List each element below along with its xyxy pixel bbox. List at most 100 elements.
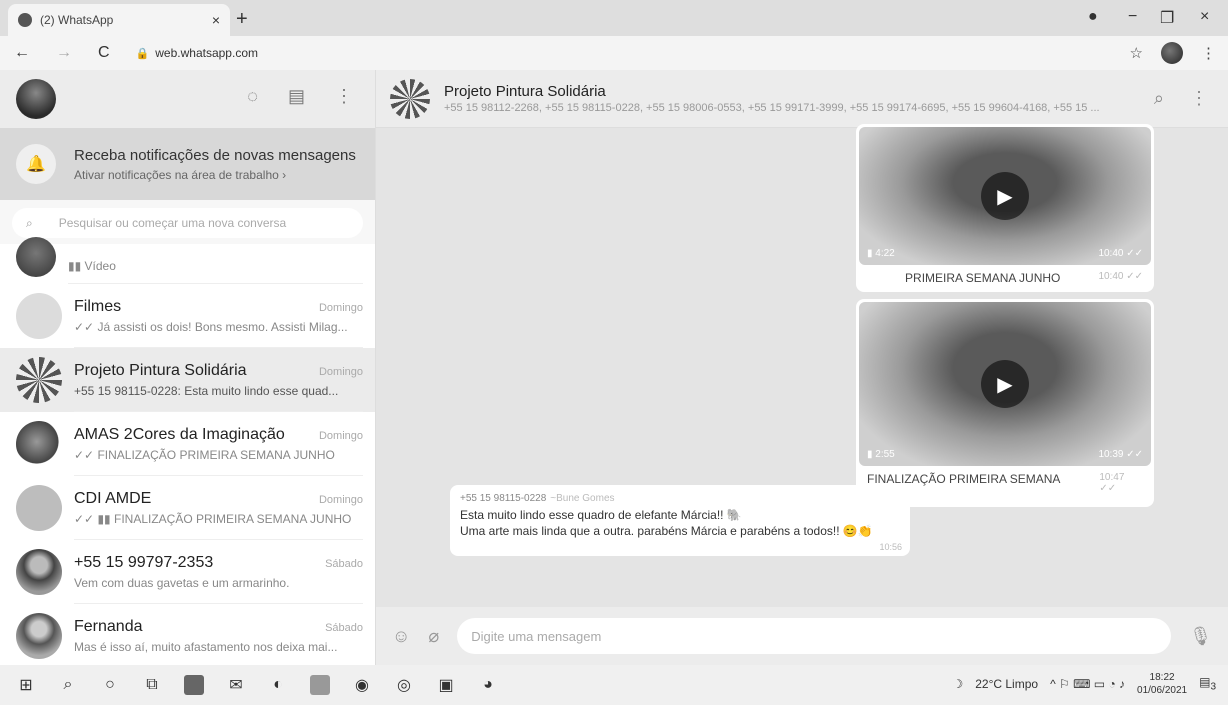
search-icon[interactable]: ⌕: [56, 673, 80, 697]
clock-date: 01/06/2021: [1137, 685, 1188, 696]
status-icon[interactable]: ◌: [247, 86, 258, 107]
app-icon[interactable]: ◉: [350, 673, 374, 697]
chat-time: Domingo: [318, 365, 363, 378]
attach-icon[interactable]: ⌀: [428, 626, 439, 647]
chat-time: Sábado: [325, 557, 363, 570]
conversation-menu-icon[interactable]: ⋮: [1190, 88, 1208, 109]
windows-start-icon[interactable]: ⊞: [14, 673, 38, 697]
search-bar: ⌕ Pesquisar ou começar uma nova conversa: [0, 200, 375, 244]
chat-item-amas[interactable]: AMAS 2Cores da Imaginação Domingo ✓✓ FINA…: [0, 412, 375, 476]
forward-button[interactable]: →: [56, 44, 72, 62]
file-explorer-icon[interactable]: [182, 673, 206, 697]
contact-avatar: [16, 549, 62, 595]
profile-icon[interactable]: ●: [1088, 8, 1098, 26]
video-message[interactable]: ▶ ▮ 2:55 10:39 ✓✓ FINALIZAÇÃO PRIMEIRA S…: [856, 299, 1154, 507]
profile-avatar[interactable]: [1161, 42, 1183, 64]
chat-item-fernanda[interactable]: Fernanda Sábado Mas é isso aí, muito afas…: [0, 604, 375, 665]
video-time: 10:40 ✓✓: [1098, 248, 1143, 259]
new-tab-button[interactable]: +: [236, 8, 248, 31]
conversation-header[interactable]: Projeto Pintura Solidária +55 15 98112-2…: [376, 70, 1228, 128]
chat-name: CDI AMDE: [74, 489, 152, 507]
chat-item[interactable]: ▮▮ Vídeo: [0, 237, 375, 284]
search-icon[interactable]: ⌕: [1154, 88, 1164, 109]
clock-time: 18:22: [1149, 672, 1175, 683]
chat-time: Sábado: [325, 621, 363, 634]
chat-item-cdi-amde[interactable]: CDI AMDE Domingo ✓✓ ▮▮ FINALIZAÇÃO PRIMEI…: [0, 476, 375, 540]
edge-icon[interactable]: ◐: [266, 673, 290, 697]
group-avatar: [16, 421, 62, 467]
chat-item-projeto-pintura[interactable]: Projeto Pintura Solidária Domingo +55 15 …: [0, 348, 375, 412]
chat-name: Fernanda: [74, 617, 143, 635]
chat-time: Domingo: [318, 301, 363, 314]
video-duration: ▮ 2:55: [867, 449, 895, 460]
cortana-icon[interactable]: ○: [98, 673, 122, 697]
message-line: Uma arte mais linda que a outra. parabén…: [460, 524, 873, 538]
sidebar-menu-icon[interactable]: ⋮: [335, 86, 353, 107]
whatsapp-favicon-icon: [18, 13, 32, 27]
url-field[interactable]: 🔒 web.whatsapp.com: [136, 46, 258, 60]
chat-time: Domingo: [318, 493, 363, 506]
conversation-panel: Projeto Pintura Solidária +55 15 98112-2…: [376, 70, 1228, 665]
video-duration: ▮ 4:22: [867, 248, 895, 259]
opera-icon[interactable]: ◎: [392, 673, 416, 697]
weather-icon: ☽: [952, 677, 964, 691]
mic-icon[interactable]: 🎙: [1189, 626, 1212, 647]
tab-title: (2) WhatsApp: [40, 13, 114, 27]
caption-time: 10:47 ✓✓: [1099, 472, 1125, 494]
sidebar-header: ◌ ▤ ⋮: [0, 70, 375, 128]
clock[interactable]: 18:22 01/06/2021: [1137, 671, 1187, 697]
sender-number[interactable]: +55 15 98115-0228: [460, 493, 546, 504]
emoji-icon[interactable]: ☺: [392, 626, 410, 647]
search-input[interactable]: ⌕ Pesquisar ou começar uma nova conversa: [12, 208, 363, 238]
video-thumbnail[interactable]: ▶ ▮ 4:22 10:40 ✓✓: [859, 127, 1151, 265]
chat-item-filmes[interactable]: Filmes Domingo ✓✓ Já assisti os dois! Bon…: [0, 284, 375, 348]
chat-name: Filmes: [74, 297, 122, 315]
video-time: 10:39 ✓✓: [1098, 449, 1143, 460]
mail-icon[interactable]: ✉: [224, 673, 248, 697]
back-button[interactable]: ←: [14, 44, 30, 62]
notification-banner[interactable]: 🔔 Receba notificações de novas mensagens…: [0, 128, 375, 200]
store-icon[interactable]: ▣: [434, 673, 458, 697]
address-bar: ← → C 🔒 web.whatsapp.com ☆ ⋮: [0, 36, 1228, 70]
reload-button[interactable]: C: [98, 44, 110, 62]
video-thumbnail[interactable]: ▶ ▮ 2:55 10:39 ✓✓: [859, 302, 1151, 466]
play-icon[interactable]: ▶: [981, 360, 1029, 408]
group-avatar: [16, 293, 62, 339]
message-placeholder: Digite uma mensagem: [471, 628, 602, 644]
chat-item-contact[interactable]: +55 15 99797-2353 Sábado Vem com duas gav…: [0, 540, 375, 604]
task-view-icon[interactable]: ⧉: [140, 673, 164, 697]
sidebar: ◌ ▤ ⋮ 🔔 Receba notificações de novas men…: [0, 70, 376, 665]
chat-last-message: Vem com duas gavetas e um armarinho.: [74, 575, 290, 590]
composer: ☺ ⌀ Digite uma mensagem 🎙: [376, 607, 1228, 665]
bell-icon: 🔔: [16, 144, 56, 184]
incoming-message[interactable]: +55 15 98115-0228 ~Bune Gomes Esta muito …: [450, 485, 910, 556]
play-icon[interactable]: ▶: [981, 172, 1029, 220]
close-window-button[interactable]: ×: [1200, 8, 1209, 26]
notification-count: 3: [1210, 681, 1216, 693]
message-area: ▶ ▮ 4:22 10:40 ✓✓ PRIMEIRA SEMANA JUNHO 1…: [376, 124, 1228, 607]
weather-text[interactable]: 22°C Limpo: [975, 677, 1038, 691]
contact-avatar: [16, 613, 62, 659]
bookmark-star-icon[interactable]: ☆: [1130, 44, 1143, 62]
video-caption: PRIMEIRA SEMANA JUNHO: [905, 271, 1061, 285]
chat-last-message: ✓✓ ▮▮ FINALIZAÇÃO PRIMEIRA SEMANA JUNHO: [74, 511, 352, 526]
tray-icons[interactable]: ^ ⚐ ⌨ ▭ ◔ ♪: [1050, 677, 1125, 691]
minimize-button[interactable]: −: [1128, 8, 1137, 26]
my-avatar[interactable]: [16, 79, 56, 119]
new-chat-icon[interactable]: ▤: [288, 86, 305, 107]
message-input[interactable]: Digite uma mensagem: [457, 618, 1172, 654]
restore-button[interactable]: ❐: [1160, 8, 1174, 28]
notification-center-icon[interactable]: ▤3: [1199, 675, 1216, 692]
notification-link[interactable]: Ativar notificações na área de trabalho …: [74, 168, 356, 182]
browser-menu-icon[interactable]: ⋮: [1201, 44, 1216, 62]
photoshop-icon[interactable]: [308, 673, 332, 697]
chat-last-message: ✓✓ FINALIZAÇÃO PRIMEIRA SEMANA JUNHO: [74, 447, 335, 462]
tab-close-icon[interactable]: ×: [212, 12, 220, 28]
message-line: Esta muito lindo esse quadro de elefante…: [460, 508, 742, 522]
browser-tabbar: (2) WhatsApp × + ● − ❐ ×: [0, 0, 1228, 36]
tab-whatsapp[interactable]: (2) WhatsApp ×: [8, 4, 230, 36]
message-time: 10:56: [879, 542, 902, 552]
video-message[interactable]: ▶ ▮ 4:22 10:40 ✓✓ PRIMEIRA SEMANA JUNHO 1…: [856, 124, 1154, 292]
chat-name: Projeto Pintura Solidária: [74, 361, 247, 379]
chrome-icon[interactable]: ◕: [476, 673, 500, 697]
